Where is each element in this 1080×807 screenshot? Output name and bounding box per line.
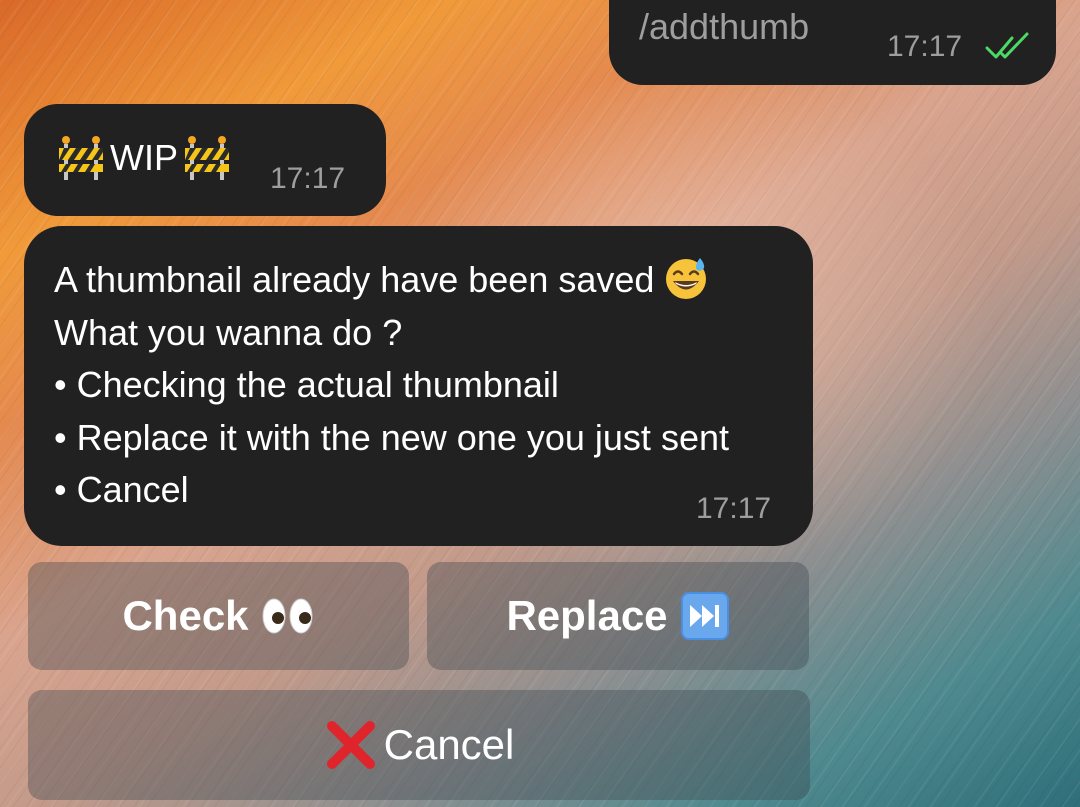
fast-forward-icon — [680, 592, 729, 640]
cross-mark-icon — [326, 721, 375, 769]
outgoing-message-bubble[interactable]: /addthumb 17:17 — [609, 0, 1056, 85]
prompt-line: • Cancel — [54, 469, 189, 510]
construction-barrier-icon — [59, 136, 103, 180]
eyes-icon — [262, 598, 313, 634]
wip-message-line: WIP — [52, 134, 236, 182]
grinning-sweat-icon — [666, 258, 707, 299]
outgoing-message-text: /addthumb — [639, 6, 810, 47]
prompt-line: What you wanna do ? — [54, 311, 403, 353]
replace-button[interactable]: Replace — [427, 562, 809, 670]
prompt-line: A thumbnail already have been saved — [54, 254, 729, 307]
construction-barrier-icon — [185, 136, 229, 180]
prompt-message-text: A thumbnail already have been saved What… — [54, 254, 729, 517]
prompt-line: • Replace it with the new one you just s… — [54, 416, 729, 458]
double-check-icon — [985, 32, 1029, 59]
prompt-line: • Checking the actual thumbnail — [54, 364, 559, 405]
cancel-button[interactable]: Cancel — [28, 690, 810, 800]
prompt-message-bubble[interactable]: A thumbnail already have been saved What… — [24, 226, 813, 546]
check-button[interactable]: Check — [28, 562, 409, 670]
check-button-label: Check — [122, 592, 249, 639]
outgoing-message-time: 17:17 — [887, 30, 963, 63]
wip-message-bubble[interactable]: WIP 17:17 — [24, 104, 386, 216]
cancel-button-label: Cancel — [383, 721, 515, 768]
wip-message-time: 17:17 — [270, 162, 346, 195]
wip-message-text: WIP — [110, 137, 178, 178]
replace-button-label: Replace — [506, 592, 668, 639]
prompt-message-time: 17:17 — [696, 492, 772, 525]
